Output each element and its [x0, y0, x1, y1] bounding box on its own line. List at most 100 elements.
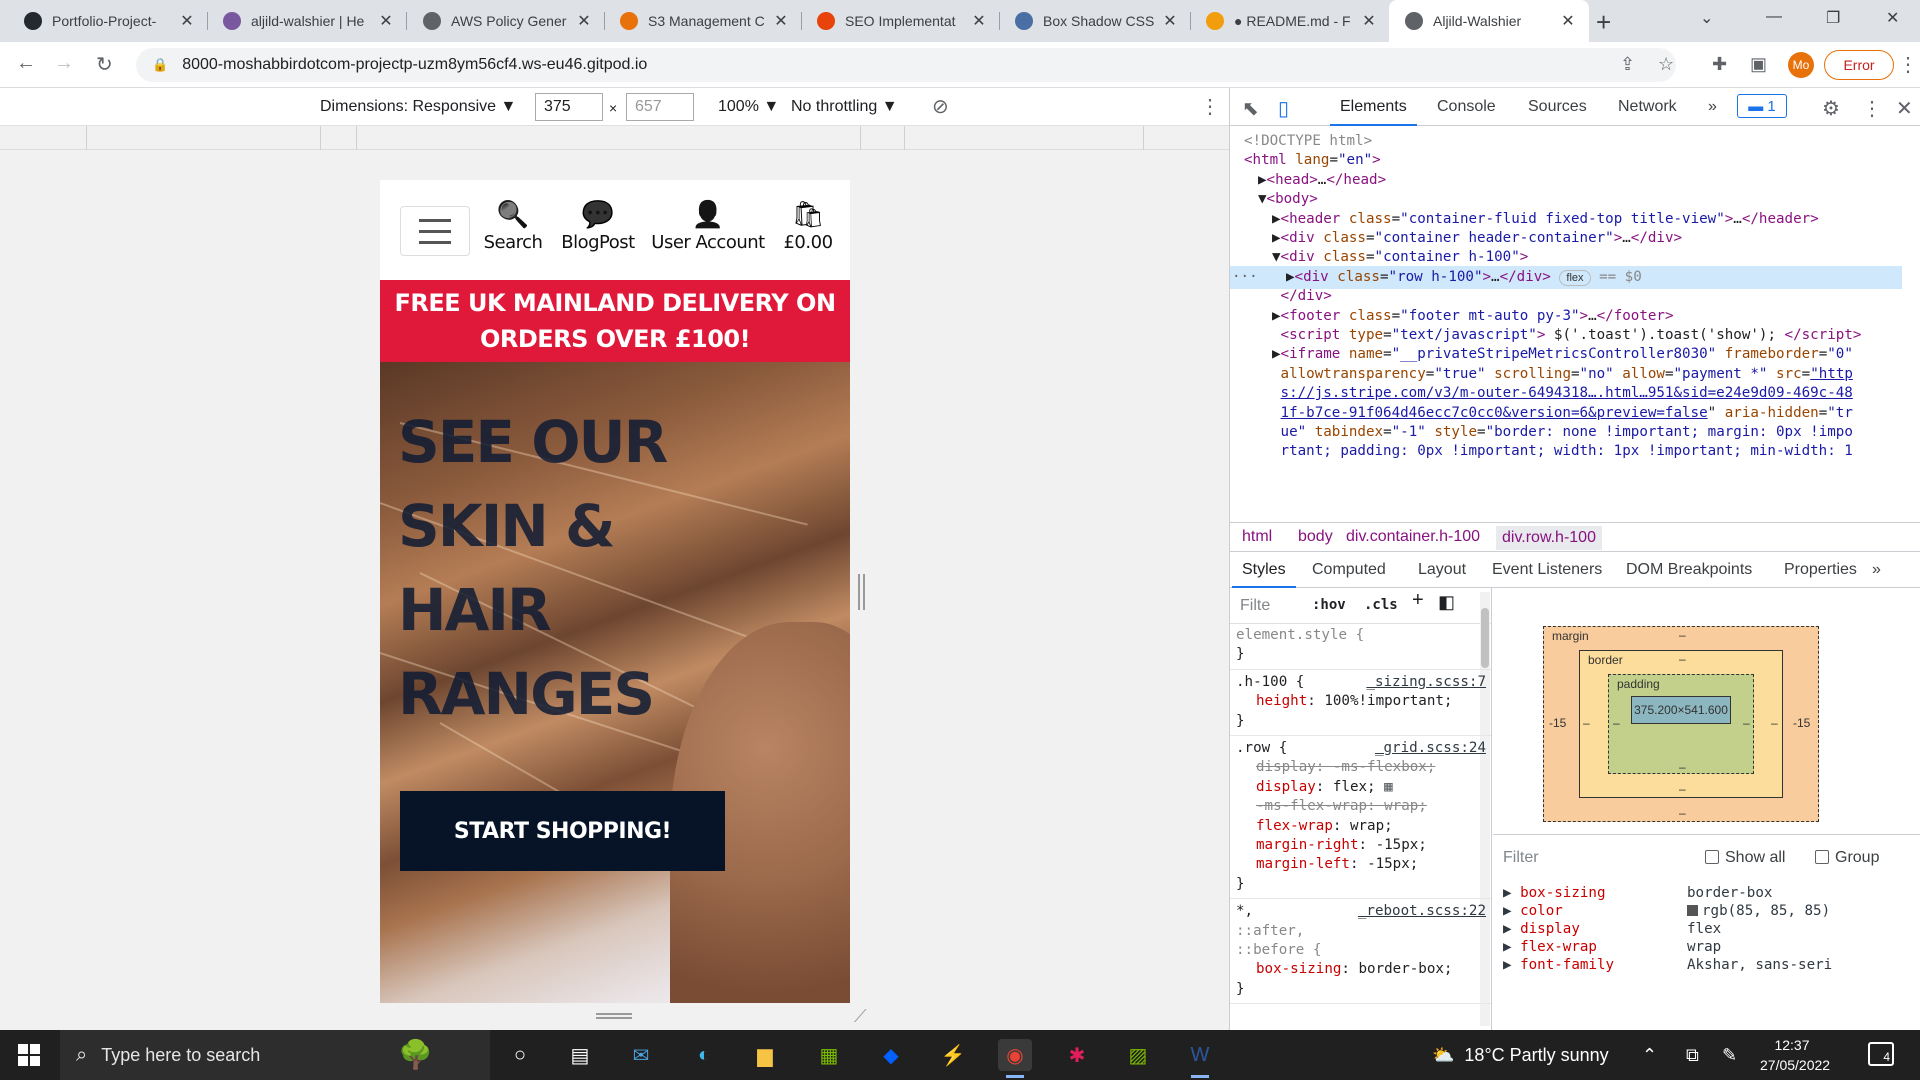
browser-tab[interactable]: AWS Policy Gener ✕	[407, 0, 605, 42]
style-rule[interactable]: *,::after,::before {_reboot.scss:22 box-s…	[1230, 900, 1491, 1005]
dimensions-select[interactable]: Dimensions: Responsive ▼	[320, 98, 516, 116]
weather-widget[interactable]: ⛅ 18°C Partly sunny	[1432, 1030, 1609, 1080]
network-icon[interactable]: ⧉	[1686, 1030, 1699, 1080]
start-shopping-button[interactable]: START SHOPPING!	[400, 791, 725, 871]
browser-tab[interactable]: ● README.md - F ✕	[1190, 0, 1390, 42]
style-rule[interactable]: element.style {}	[1230, 624, 1491, 670]
style-declaration[interactable]: flex-wrap: wrap;	[1236, 817, 1486, 836]
style-declaration[interactable]: margin-right: -15px;	[1236, 836, 1486, 855]
style-rule[interactable]: .h-100 {_sizing.scss:7 height: 100%!impor…	[1230, 671, 1491, 737]
inspect-element-icon[interactable]: ⬉	[1242, 96, 1259, 121]
nav-blogpost-link[interactable]: 💬 BlogPost	[538, 198, 658, 253]
subtab-dom-breakpoints[interactable]: DOM Breakpoints	[1626, 561, 1752, 579]
media-query-ruler[interactable]	[0, 126, 1229, 150]
expand-arrow-icon[interactable]: ▶	[1503, 921, 1520, 937]
margin-bottom-value[interactable]: –	[1679, 806, 1686, 820]
margin-left-value[interactable]: -15	[1549, 716, 1566, 730]
computed-property-row[interactable]: ▶ display flex	[1503, 921, 1913, 937]
subtab-[interactable]: »	[1872, 561, 1881, 579]
breadcrumb-item[interactable]: html	[1242, 528, 1272, 546]
throttling-select[interactable]: No throttling ▼	[791, 98, 898, 116]
slack-icon[interactable]: ✱	[1060, 1039, 1094, 1071]
color-swatch[interactable]	[1687, 905, 1698, 916]
computed-property-row[interactable]: ▶ box-sizing border-box	[1503, 885, 1913, 901]
new-tab-button[interactable]: +	[1596, 7, 1611, 38]
close-tab-icon[interactable]: ✕	[772, 11, 790, 31]
margin-top-value[interactable]: –	[1679, 628, 1686, 642]
word-icon[interactable]: W	[1183, 1039, 1217, 1078]
image-viewer-icon[interactable]: ▨	[1121, 1039, 1155, 1071]
forward-button[interactable]: →	[54, 52, 74, 75]
close-tab-icon[interactable]: ✕	[1161, 11, 1179, 31]
padding-right-value[interactable]: –	[1743, 716, 1750, 730]
chrome-icon[interactable]: ◉	[998, 1039, 1032, 1078]
subtab-styles[interactable]: Styles	[1232, 561, 1296, 588]
pen-icon[interactable]: ✎	[1722, 1030, 1737, 1080]
computed-property-row[interactable]: ▶ color rgb(85, 85, 85)	[1503, 903, 1913, 919]
group-checkbox[interactable]: Group	[1815, 849, 1879, 867]
dom-node[interactable]: rtant; padding: 0px !important; width: 1…	[1230, 440, 1902, 464]
close-tab-icon[interactable]: ✕	[1559, 11, 1577, 31]
close-tab-icon[interactable]: ✕	[1360, 11, 1378, 31]
error-button[interactable]: Error	[1824, 50, 1894, 80]
extensions-puzzle-icon[interactable]: ✚	[1712, 54, 1727, 75]
cortana-icon[interactable]: ○	[503, 1039, 537, 1071]
breadcrumb-item[interactable]: div.row.h-100	[1496, 526, 1602, 550]
viewport-corner-resize-handle[interactable]: ⟋	[854, 1006, 867, 1027]
expand-arrow-icon[interactable]: ▶	[1503, 957, 1520, 973]
nav-0-00-link[interactable]: 🛍 £0.00	[748, 198, 850, 253]
viewport-bottom-resize-handle[interactable]	[596, 1013, 632, 1019]
tab-search-chevron-icon[interactable]: ⌄	[1700, 8, 1713, 28]
close-tab-icon[interactable]: ✕	[575, 11, 593, 31]
restore-button[interactable]: ❐	[1826, 8, 1840, 28]
border-right-value[interactable]: –	[1771, 716, 1778, 730]
reload-button[interactable]: ↻	[96, 52, 113, 77]
settings-gear-icon[interactable]: ⚙	[1822, 96, 1840, 121]
margin-right-value[interactable]: -15	[1793, 716, 1810, 730]
height-input[interactable]: 657	[626, 93, 694, 121]
close-window-button[interactable]: ✕	[1886, 8, 1899, 28]
side-panel-icon[interactable]: ▣	[1750, 54, 1767, 75]
file-explorer-icon[interactable]: ▆	[748, 1039, 782, 1071]
minimize-button[interactable]: —	[1766, 8, 1782, 26]
taskbar-search-box[interactable]: ⌕ Type here to search 🌳	[60, 1030, 490, 1080]
tab-network[interactable]: Network	[1618, 98, 1677, 116]
rotate-icon[interactable]: ⊘	[932, 94, 949, 119]
browser-tab[interactable]: Aljild-Walshier ✕	[1389, 0, 1589, 42]
close-devtools-icon[interactable]: ✕	[1896, 96, 1913, 121]
box-padding[interactable]: padding	[1608, 674, 1754, 774]
rule-source-link[interactable]: _reboot.scss:22	[1358, 902, 1486, 921]
share-icon[interactable]: ⇪	[1620, 54, 1635, 75]
rule-source-link[interactable]: _sizing.scss:7	[1366, 673, 1486, 692]
expand-arrow-icon[interactable]: ▶	[1503, 939, 1520, 955]
zoom-select[interactable]: 100% ▼	[718, 98, 779, 116]
dom-tree[interactable]: <!DOCTYPE html> <html lang="en"> ▶<head>…<…	[1230, 126, 1902, 516]
dropbox-icon[interactable]: ◆	[874, 1039, 908, 1071]
style-declaration[interactable]: height: 100%!important;	[1236, 692, 1486, 711]
browser-tab[interactable]: Box Shadow CSS ✕	[999, 0, 1191, 42]
vscode-icon[interactable]: ⚡	[936, 1039, 970, 1071]
browser-menu-icon[interactable]: ⋮	[1898, 52, 1918, 77]
subtab-properties[interactable]: Properties	[1784, 561, 1857, 579]
windows-start-button[interactable]	[18, 1044, 40, 1066]
device-toolbar-menu-icon[interactable]: ⋮	[1200, 94, 1220, 119]
subtab-computed[interactable]: Computed	[1312, 561, 1386, 579]
breadcrumb-item[interactable]: div.container.h-100	[1346, 528, 1480, 546]
border-left-value[interactable]: –	[1583, 716, 1590, 730]
tab-sources[interactable]: Sources	[1528, 98, 1587, 116]
show-all-checkbox[interactable]: Show all	[1705, 849, 1785, 867]
address-bar[interactable]: 🔒 8000-moshabbirdotcom-projectp-uzm8ym56…	[136, 48, 1676, 82]
style-declaration[interactable]: margin-left: -15px;	[1236, 855, 1486, 874]
issues-badge[interactable]: ▬ 1	[1737, 94, 1787, 118]
styles-filter-input[interactable]: Filte	[1240, 596, 1270, 615]
subtab-layout[interactable]: Layout	[1418, 561, 1466, 579]
padding-left-value[interactable]: –	[1613, 716, 1620, 730]
profile-avatar[interactable]: Mo	[1788, 52, 1814, 78]
computed-sidebar-toggle-icon[interactable]: ◧	[1438, 592, 1455, 612]
expand-arrow-icon[interactable]: ▶	[1503, 903, 1520, 919]
hov-toggle[interactable]: :hov	[1312, 596, 1346, 615]
edge-icon[interactable]: ◐	[687, 1039, 721, 1071]
tab-console[interactable]: Console	[1437, 98, 1496, 116]
browser-tab[interactable]: SEO Implementat ✕	[801, 0, 1000, 42]
style-declaration[interactable]: display: flex; ▦	[1236, 778, 1486, 797]
